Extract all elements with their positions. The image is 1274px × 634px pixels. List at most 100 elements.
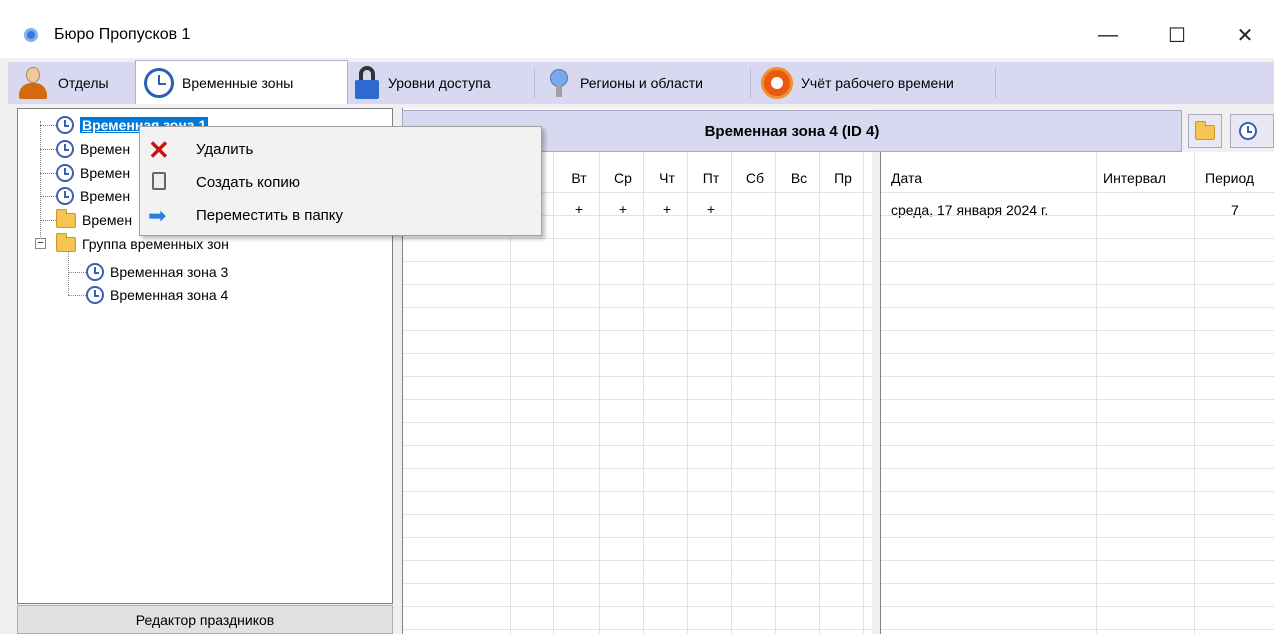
grid-line — [599, 152, 600, 634]
period-header[interactable]: Период — [1205, 170, 1254, 186]
tree-item[interactable]: Временная зона 3 — [86, 261, 228, 283]
dates-grid[interactable]: Дата Интервал Период среда, 17 января 20… — [880, 152, 1274, 634]
grid-line — [1096, 152, 1097, 634]
tab-label: Уровни доступа — [388, 75, 491, 91]
clock-icon — [56, 116, 74, 134]
day-header[interactable]: Чт — [645, 170, 689, 186]
grid-line — [881, 422, 1274, 423]
app-icon — [24, 28, 38, 42]
lock-icon — [354, 66, 380, 100]
clock-icon — [56, 187, 74, 205]
folder-icon — [56, 208, 76, 228]
stopwatch-icon — [761, 67, 793, 99]
minimize-button[interactable]: — — [1088, 18, 1128, 52]
day-header[interactable]: Вс — [777, 170, 821, 186]
grid-line — [403, 560, 873, 561]
grid-line — [881, 376, 1274, 377]
grid-line — [881, 537, 1274, 538]
tab-time-zones[interactable]: Временные зоны — [135, 60, 348, 104]
grid-line — [1194, 152, 1195, 634]
tab-regions[interactable]: Регионы и области — [538, 62, 748, 104]
grid-line — [881, 192, 1274, 193]
window-title: Бюро Пропусков 1 — [54, 26, 191, 43]
grid-line — [403, 537, 873, 538]
collapse-toggle[interactable]: − — [35, 238, 46, 249]
grid-line — [403, 583, 873, 584]
tree-item-label: Группа временных зон — [82, 236, 229, 252]
grid-line — [403, 422, 873, 423]
clock-icon — [86, 263, 104, 281]
map-pin-icon — [546, 68, 572, 98]
grid-line — [881, 399, 1274, 400]
grid-line — [553, 152, 554, 634]
grid-line — [403, 629, 873, 630]
tab-departments[interactable]: Отделы — [8, 62, 132, 104]
tab-label: Учёт рабочего времени — [801, 75, 954, 91]
tree-item[interactable]: Времен — [56, 162, 130, 184]
tree-item[interactable]: Времен — [56, 138, 130, 160]
tab-access-levels[interactable]: Уровни доступа — [346, 62, 532, 104]
grid-line — [881, 284, 1274, 285]
grid-line — [403, 353, 873, 354]
tree-item[interactable]: Времен — [56, 185, 130, 207]
grid-line — [863, 152, 864, 634]
tree-item[interactable]: Временная зона 4 — [86, 284, 228, 306]
grid-line — [775, 152, 776, 634]
tree-item-label: Времен — [80, 165, 131, 181]
menu-move-to-folder[interactable]: ➡ Переместить в папку — [140, 199, 541, 232]
day-header[interactable]: Пт — [689, 170, 733, 186]
grid-line — [881, 560, 1274, 561]
tab-strip: Отделы Временные зоны Уровни доступа Рег… — [8, 60, 1274, 104]
grid-line — [881, 215, 1274, 216]
day-header[interactable]: Сб — [733, 170, 777, 186]
grid-line — [881, 583, 1274, 584]
grid-line — [403, 399, 873, 400]
grid-line — [881, 238, 1274, 239]
clock-icon — [144, 67, 174, 98]
maximize-button[interactable]: ☐ — [1157, 18, 1197, 52]
day-header[interactable]: Пр — [821, 170, 865, 186]
menu-label: Переместить в папку — [196, 207, 344, 224]
holiday-editor-button[interactable]: Редактор праздников — [17, 605, 393, 634]
close-button[interactable]: ✕ — [1225, 18, 1265, 52]
tree-line — [68, 251, 69, 295]
grid-line — [403, 307, 873, 308]
grid-line — [403, 261, 873, 262]
tab-separator — [750, 68, 751, 98]
tree-folder-group[interactable]: Группа временных зон — [56, 232, 229, 255]
tree-folder[interactable]: Времен — [56, 208, 132, 231]
tab-label: Регионы и области — [580, 75, 703, 91]
menu-delete[interactable]: ✕ Удалить — [140, 133, 541, 166]
move-arrow-icon: ➡ — [148, 203, 167, 228]
grid-line — [731, 152, 732, 634]
copy-icon — [152, 172, 166, 190]
grid-line — [881, 353, 1274, 354]
grid-line — [881, 445, 1274, 446]
delete-icon: ✕ — [148, 135, 170, 165]
menu-copy[interactable]: Создать копию — [140, 166, 541, 199]
grid-line — [881, 307, 1274, 308]
grid-line — [403, 606, 873, 607]
date-header[interactable]: Дата — [891, 170, 922, 186]
interval-header[interactable]: Интервал — [1103, 170, 1166, 186]
grid-line — [403, 330, 873, 331]
menu-label: Удалить — [196, 141, 254, 158]
grid-line — [403, 284, 873, 285]
tab-separator — [995, 68, 996, 98]
day-header[interactable]: Вт — [557, 170, 601, 186]
grid-line — [687, 152, 688, 634]
tab-separator — [534, 68, 535, 98]
grid-line — [643, 152, 644, 634]
tree-item-label: Временная зона 4 — [110, 287, 229, 303]
add-folder-button[interactable] — [1188, 114, 1222, 148]
grid-line — [403, 445, 873, 446]
person-icon — [16, 66, 50, 100]
tree-line — [40, 121, 41, 243]
day-header[interactable]: Ср — [601, 170, 645, 186]
tab-time-tracking[interactable]: Учёт рабочего времени — [753, 62, 993, 104]
grid-line — [403, 468, 873, 469]
grid-line — [881, 629, 1274, 630]
grid-line — [881, 468, 1274, 469]
grid-line — [881, 491, 1274, 492]
add-zone-button[interactable] — [1230, 114, 1274, 148]
